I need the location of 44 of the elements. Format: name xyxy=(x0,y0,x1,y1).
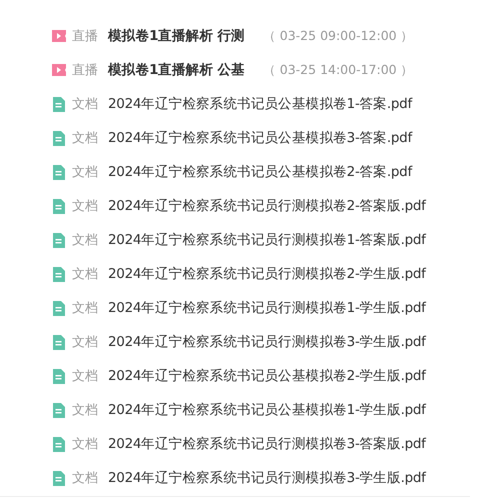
item-title[interactable]: 2024年辽宁检察系统书记员行测模拟卷2-学生版.pdf xyxy=(108,265,426,283)
type-label: 文档 xyxy=(72,334,99,351)
document-icon xyxy=(51,368,67,384)
document-icon xyxy=(51,300,67,316)
item-title[interactable]: 2024年辽宁检察系统书记员公基模拟卷1-学生版.pdf xyxy=(108,401,426,419)
item-title[interactable]: 2024年辽宁检察系统书记员行测模拟卷1-学生版.pdf xyxy=(108,299,426,317)
video-icon xyxy=(51,64,67,76)
item-title[interactable]: 2024年辽宁检察系统书记员公基模拟卷1-答案.pdf xyxy=(108,95,412,113)
time-range: （ 03-25 14:00-17:00 ） xyxy=(262,62,414,78)
item-title[interactable]: 2024年辽宁检察系统书记员公基模拟卷3-答案.pdf xyxy=(108,129,412,147)
document-icon xyxy=(51,130,67,146)
type-label: 文档 xyxy=(72,266,99,283)
document-icon xyxy=(51,470,67,486)
document-icon xyxy=(51,198,67,214)
item-title[interactable]: 2024年辽宁检察系统书记员行测模拟卷3-学生版.pdf xyxy=(108,333,426,351)
item-title[interactable]: 2024年辽宁检察系统书记员行测模拟卷2-答案版.pdf xyxy=(108,197,426,215)
type-label: 直播 xyxy=(72,62,99,79)
item-title[interactable]: 2024年辽宁检察系统书记员公基模拟卷2-答案.pdf xyxy=(108,163,412,181)
document-icon xyxy=(51,164,67,180)
type-label: 文档 xyxy=(72,232,99,249)
item-title[interactable]: 2024年辽宁检察系统书记员行测模拟卷1-答案版.pdf xyxy=(108,231,426,249)
item-title[interactable]: 2024年辽宁检察系统书记员行测模拟卷3-学生版.pdf xyxy=(108,469,426,487)
type-label: 文档 xyxy=(72,368,99,385)
document-icon xyxy=(51,266,67,282)
document-icon xyxy=(51,436,67,452)
type-label: 文档 xyxy=(72,198,99,215)
type-label: 文档 xyxy=(72,470,99,487)
time-range: （ 03-25 09:00-12:00 ） xyxy=(262,28,414,44)
item-title[interactable]: 模拟卷1直播解析 公基 xyxy=(108,61,245,79)
type-label: 直播 xyxy=(72,28,99,45)
type-label: 文档 xyxy=(72,300,99,317)
type-label: 文档 xyxy=(72,96,99,113)
document-icon xyxy=(51,334,67,350)
item-title[interactable]: 2024年辽宁检察系统书记员公基模拟卷2-学生版.pdf xyxy=(108,367,426,385)
document-icon xyxy=(51,232,67,248)
item-title[interactable]: 2024年辽宁检察系统书记员行测模拟卷3-答案版.pdf xyxy=(108,435,426,453)
video-icon xyxy=(51,30,67,42)
type-label: 文档 xyxy=(72,164,99,181)
type-label: 文档 xyxy=(72,402,99,419)
type-label: 文档 xyxy=(72,436,99,453)
document-icon xyxy=(51,96,67,112)
document-icon xyxy=(51,402,67,418)
type-label: 文档 xyxy=(72,130,99,147)
item-title[interactable]: 模拟卷1直播解析 行测 xyxy=(108,27,245,45)
